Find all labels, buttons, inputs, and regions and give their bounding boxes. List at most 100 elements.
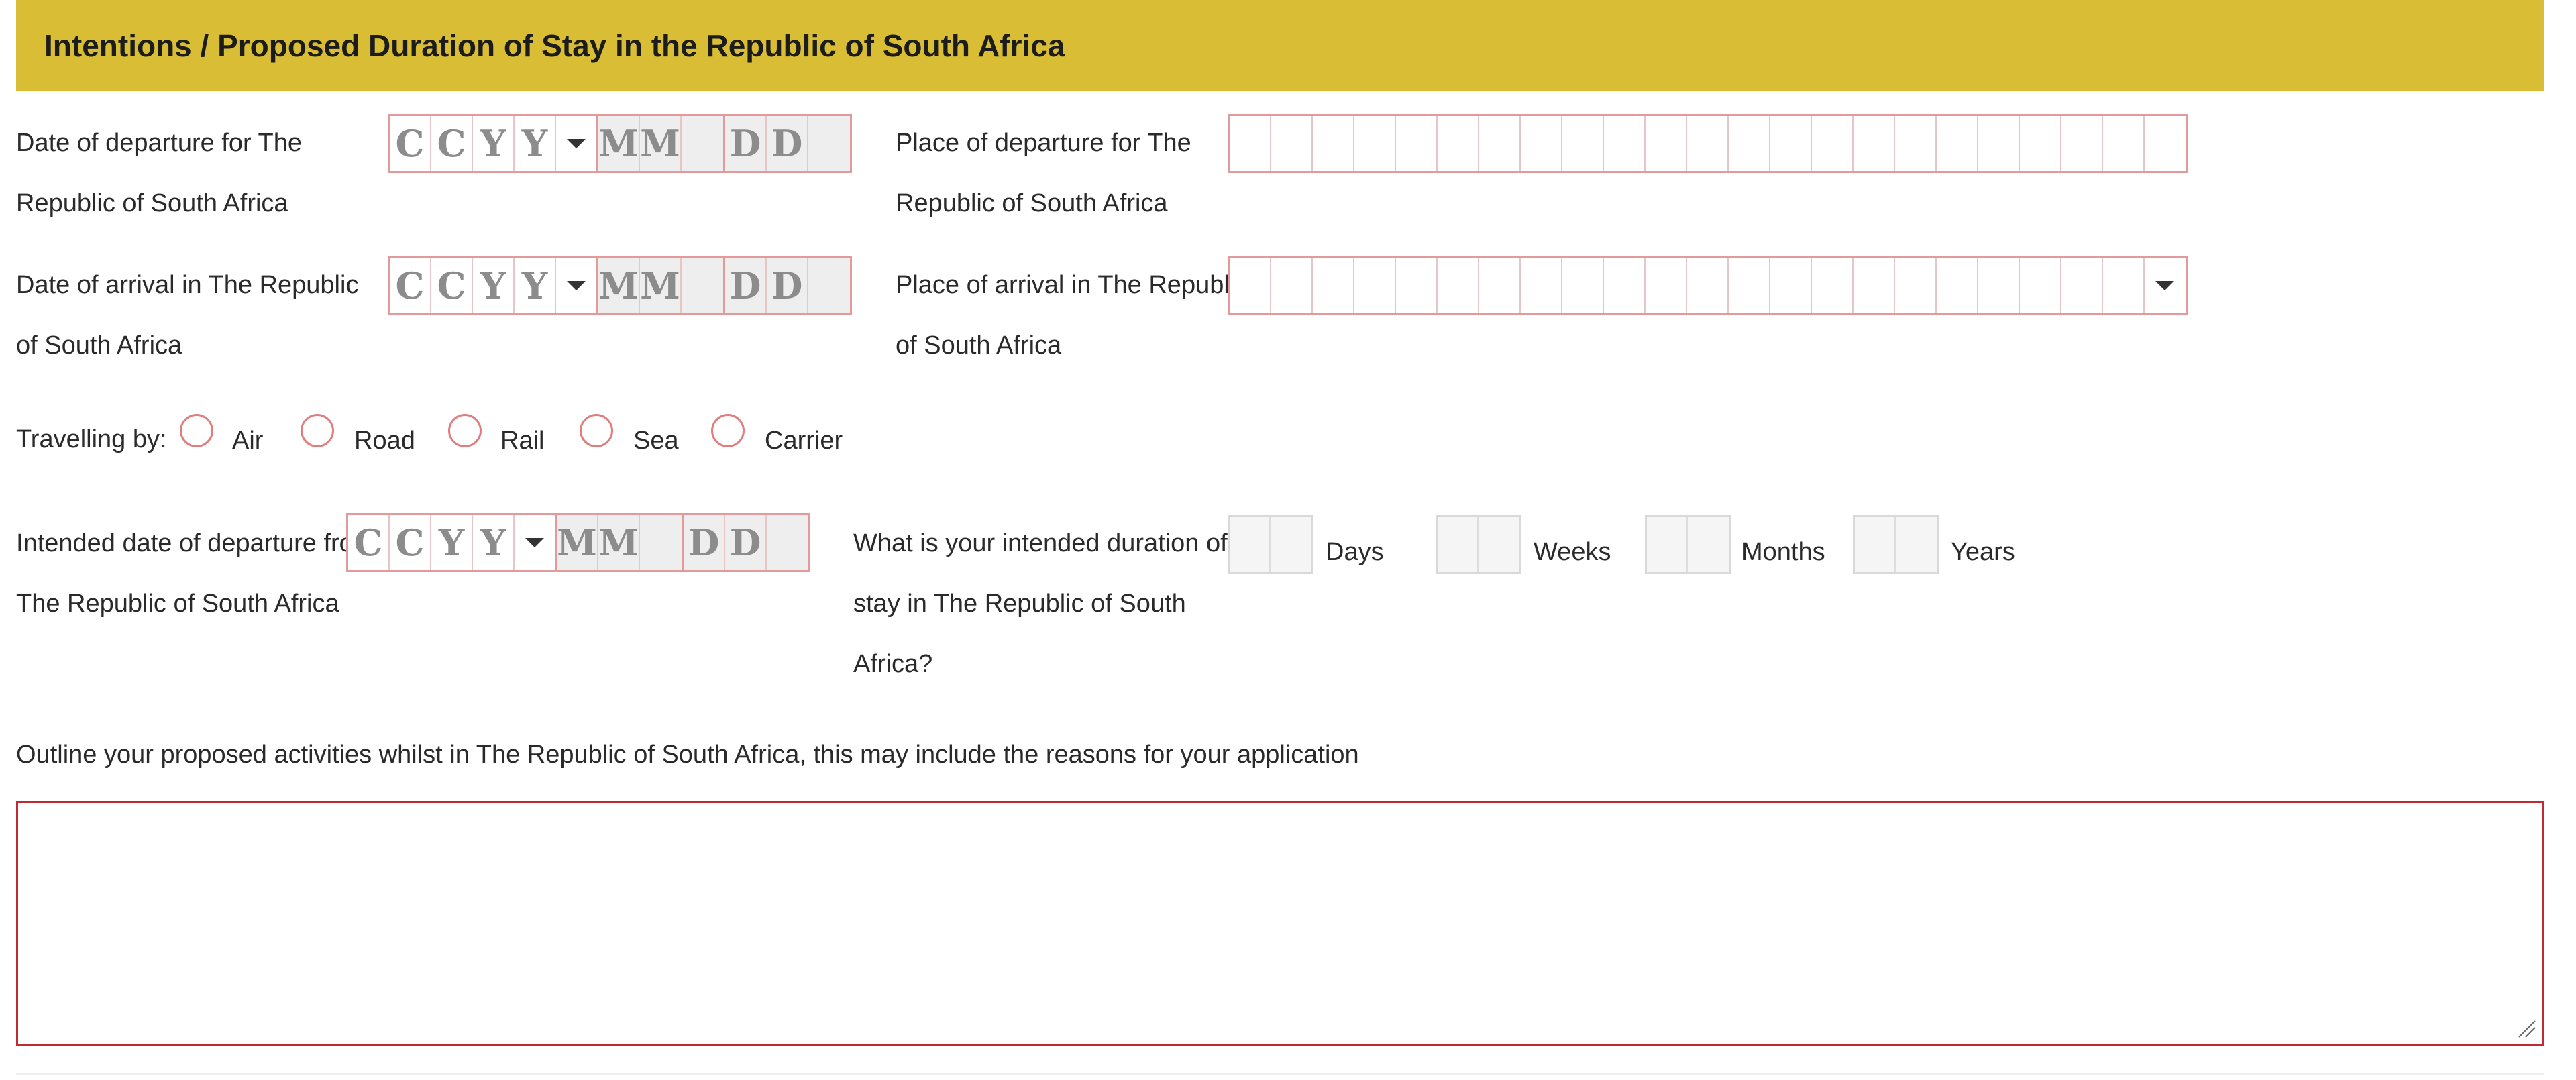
radio-rail[interactable] — [448, 414, 482, 447]
year-segment[interactable]: C C Y Y — [388, 114, 598, 173]
char-cell[interactable] — [1687, 116, 1729, 171]
char-cell[interactable] — [1313, 258, 1354, 313]
char-cell[interactable] — [1230, 116, 1271, 171]
char-cell[interactable] — [1854, 116, 1895, 171]
radio-road[interactable] — [301, 414, 334, 447]
month-digit[interactable]: M — [598, 515, 640, 570]
month-digit[interactable]: M — [598, 116, 640, 171]
char-cell[interactable] — [1479, 116, 1521, 171]
year-digit[interactable]: Y — [515, 258, 556, 313]
arrival-place-label: Place of arrival in The Republic of Sout… — [896, 271, 1248, 360]
month-digit[interactable]: M — [598, 258, 640, 313]
char-cell[interactable] — [1937, 258, 1978, 313]
departure-place-input[interactable] — [1228, 114, 2188, 173]
year-digit[interactable]: C — [431, 116, 473, 171]
char-cell[interactable] — [1313, 116, 1354, 171]
char-cell[interactable] — [2145, 116, 2186, 171]
day-spacer — [808, 116, 850, 171]
month-segment[interactable]: M M — [596, 114, 725, 173]
year-digit[interactable]: Y — [473, 116, 515, 171]
char-cell[interactable] — [1604, 116, 1646, 171]
char-cell[interactable] — [1646, 258, 1687, 313]
duration-months-input[interactable] — [1645, 515, 1731, 574]
duration-weeks-input[interactable] — [1436, 515, 1521, 574]
month-segment[interactable]: M M — [596, 256, 725, 315]
chevron-down-icon[interactable] — [515, 515, 555, 570]
char-cell[interactable] — [1854, 258, 1895, 313]
char-cell[interactable] — [1479, 258, 1521, 313]
radio-air[interactable] — [180, 414, 213, 447]
radio-carrier[interactable] — [711, 414, 745, 447]
char-cell[interactable] — [2020, 258, 2061, 313]
char-cell[interactable] — [1729, 116, 1770, 171]
char-cell[interactable] — [1978, 116, 2020, 171]
char-cell[interactable] — [1271, 116, 1313, 171]
year-digit[interactable]: C — [390, 258, 431, 313]
char-cell[interactable] — [1562, 258, 1604, 313]
day-digit[interactable]: D — [725, 515, 767, 570]
char-cell[interactable] — [1521, 258, 1562, 313]
char-cell[interactable] — [1812, 258, 1854, 313]
char-cell[interactable] — [1438, 116, 1479, 171]
radio-sea[interactable] — [580, 414, 613, 447]
char-cell[interactable] — [2020, 116, 2061, 171]
chevron-down-icon[interactable] — [556, 116, 596, 171]
activities-textarea[interactable] — [16, 801, 2544, 1046]
year-digit[interactable]: C — [348, 515, 390, 570]
duration-days-input[interactable] — [1228, 515, 1313, 574]
char-cell[interactable] — [1937, 116, 1978, 171]
char-cell[interactable] — [1978, 258, 2020, 313]
year-digit[interactable]: Y — [473, 515, 515, 570]
char-cell[interactable] — [2103, 116, 2145, 171]
char-cell[interactable] — [1230, 258, 1271, 313]
year-segment[interactable]: C C Y Y — [388, 256, 598, 315]
char-cell[interactable] — [1438, 258, 1479, 313]
char-cell[interactable] — [1354, 258, 1396, 313]
day-digit[interactable]: D — [725, 116, 767, 171]
duration-years-input[interactable] — [1853, 515, 1939, 574]
chevron-down-icon[interactable] — [2145, 258, 2185, 313]
day-segment[interactable]: D D — [723, 256, 852, 315]
char-cell[interactable] — [1729, 258, 1770, 313]
char-cell[interactable] — [1271, 258, 1313, 313]
arrival-date-field[interactable]: C C Y Y M M D D — [388, 256, 852, 315]
char-cell[interactable] — [1770, 116, 1812, 171]
month-segment[interactable]: M M — [555, 513, 684, 572]
char-cell[interactable] — [1354, 116, 1396, 171]
year-digit[interactable]: C — [390, 116, 431, 171]
char-cell[interactable] — [1646, 116, 1687, 171]
year-digit[interactable]: C — [431, 258, 473, 313]
year-segment[interactable]: C C Y Y — [346, 513, 557, 572]
day-digit[interactable]: D — [684, 515, 725, 570]
char-cell[interactable] — [1604, 258, 1646, 313]
char-cell[interactable] — [1396, 116, 1438, 171]
year-digit[interactable]: C — [390, 515, 431, 570]
char-cell[interactable] — [1396, 258, 1438, 313]
day-segment[interactable]: D D — [723, 114, 852, 173]
char-cell[interactable] — [2103, 258, 2145, 313]
char-cell[interactable] — [2061, 258, 2103, 313]
year-digit[interactable]: Y — [515, 116, 556, 171]
day-digit[interactable]: D — [725, 258, 767, 313]
char-cell[interactable] — [1895, 258, 1937, 313]
char-cell[interactable] — [1521, 116, 1562, 171]
month-digit[interactable]: M — [640, 116, 682, 171]
year-digit[interactable]: Y — [473, 258, 515, 313]
month-digit[interactable]: M — [640, 258, 682, 313]
char-cell[interactable] — [1562, 116, 1604, 171]
resize-handle-icon[interactable] — [2516, 1018, 2536, 1038]
char-cell[interactable] — [1812, 116, 1854, 171]
day-digit[interactable]: D — [767, 116, 808, 171]
departure-date-field[interactable]: C C Y Y M M D D — [388, 114, 852, 173]
char-cell[interactable] — [1687, 258, 1729, 313]
chevron-down-icon[interactable] — [556, 258, 596, 313]
day-digit[interactable]: D — [767, 258, 808, 313]
year-digit[interactable]: Y — [431, 515, 473, 570]
char-cell[interactable] — [1895, 116, 1937, 171]
intended-departure-date-field[interactable]: C C Y Y M M D D — [346, 513, 810, 572]
char-cell[interactable] — [1770, 258, 1812, 313]
month-digit[interactable]: M — [557, 515, 598, 570]
day-segment[interactable]: D D — [682, 513, 810, 572]
char-cell[interactable] — [2061, 116, 2103, 171]
arrival-place-select[interactable] — [1228, 256, 2188, 315]
